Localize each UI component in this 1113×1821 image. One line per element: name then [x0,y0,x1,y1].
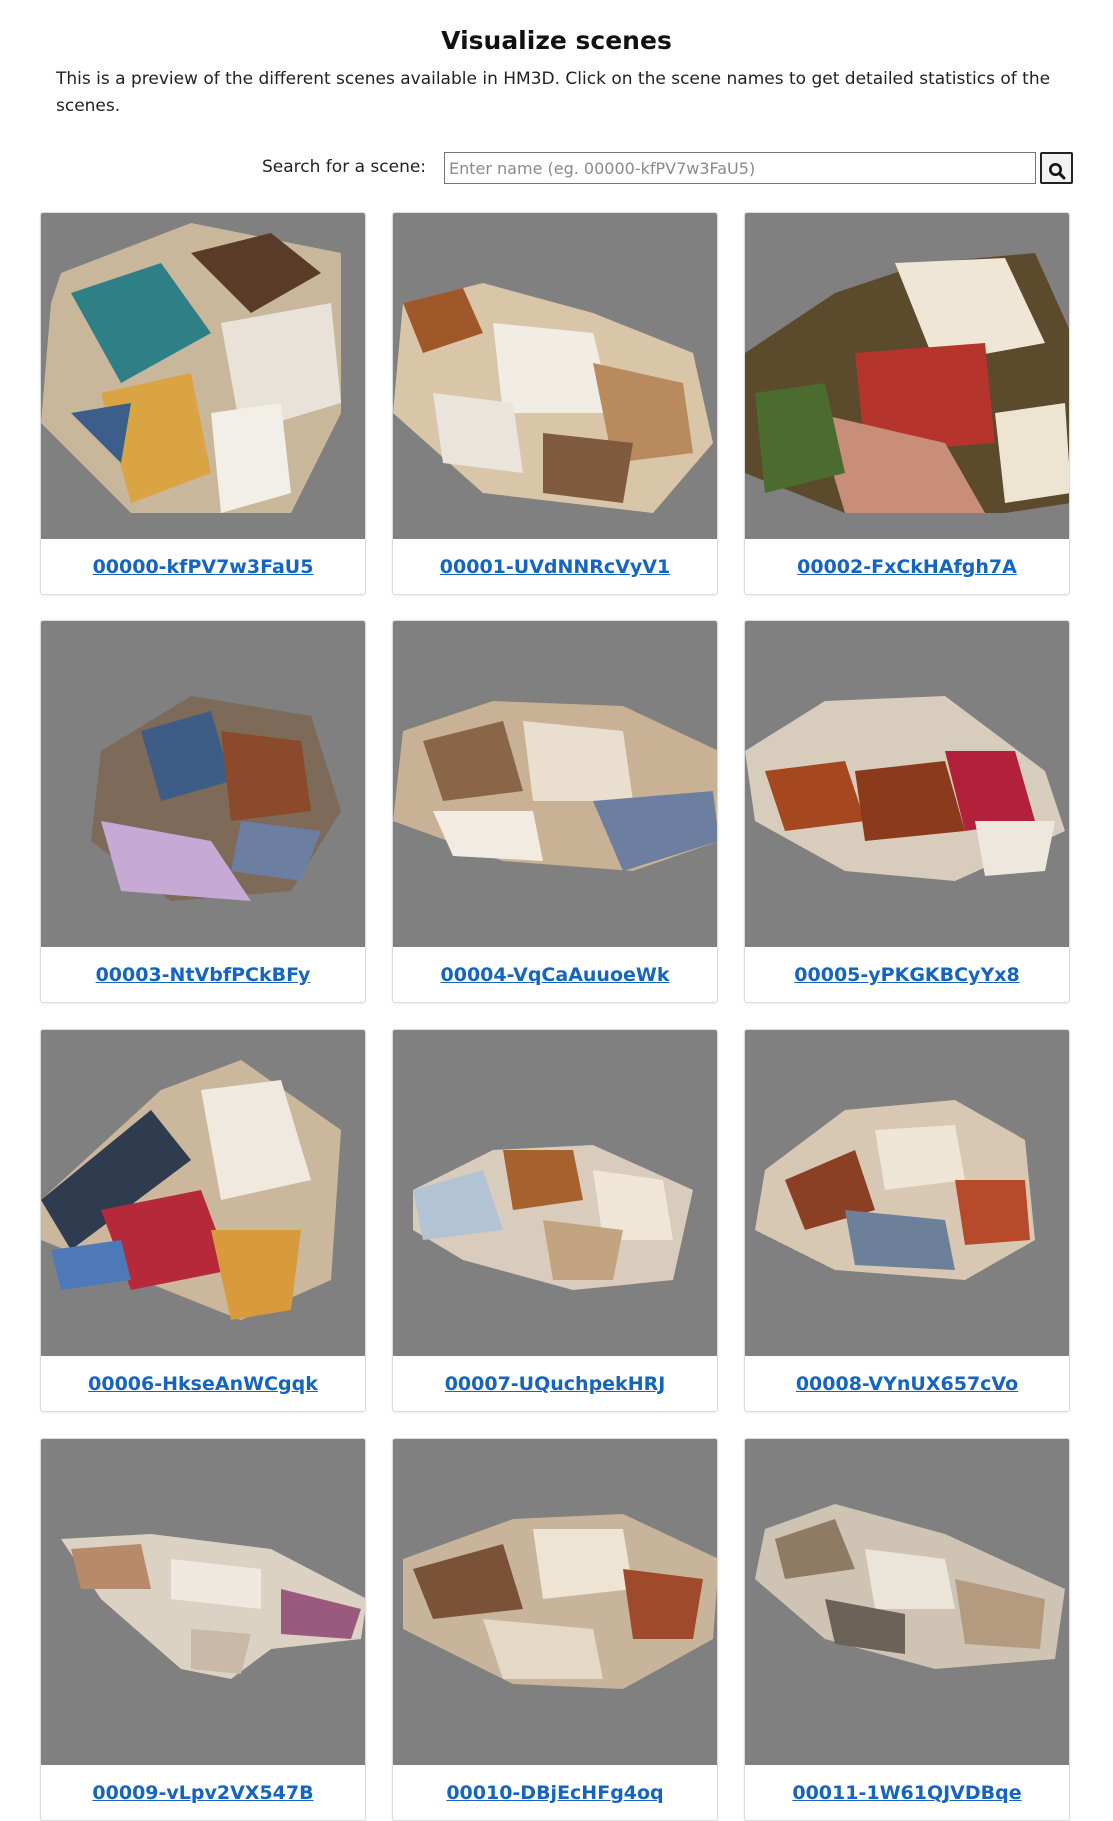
scene-link[interactable]: 00000-kfPV7w3FaU5 [41,539,365,594]
search-input[interactable] [444,152,1036,184]
scene-thumbnail[interactable] [393,1439,717,1765]
scene-link[interactable]: 00007-UQuchpekHRJ [393,1356,717,1411]
scene-link[interactable]: 00002-FxCkHAfgh7A [745,539,1069,594]
scene-thumbnail[interactable] [745,621,1069,947]
scene-thumbnail[interactable] [745,1439,1069,1765]
scene-thumbnail[interactable] [393,213,717,539]
scene-link[interactable]: 00003-NtVbfPCkBFy [41,947,365,1002]
scene-thumbnail[interactable] [41,1439,365,1765]
scene-link[interactable]: 00006-HkseAnWCgqk [41,1356,365,1411]
search-icon [1048,162,1065,179]
search-label: Search for a scene: [262,157,427,177]
scene-card: 00007-UQuchpekHRJ [392,1029,718,1412]
scene-link[interactable]: 00010-DBjEcHFg4oq [393,1765,717,1820]
scene-card: 00003-NtVbfPCkBFy [40,620,366,1003]
scene-card: 00009-vLpv2VX547B [40,1438,366,1821]
scene-link[interactable]: 00001-UVdNNRcVyV1 [393,539,717,594]
scene-thumbnail[interactable] [41,1030,365,1356]
scene-card: 00008-VYnUX657cVo [744,1029,1070,1412]
scene-thumbnail[interactable] [745,213,1069,539]
scene-thumbnail[interactable] [41,621,365,947]
scene-card: 00006-HkseAnWCgqk [40,1029,366,1412]
scene-link[interactable]: 00008-VYnUX657cVo [745,1356,1069,1411]
scene-link[interactable]: 00005-yPKGKBCyYx8 [745,947,1069,1002]
scene-card: 00010-DBjEcHFg4oq [392,1438,718,1821]
scene-card: 00002-FxCkHAfgh7A [744,212,1070,595]
search-button[interactable] [1040,152,1073,184]
scene-card: 00011-1W61QJVDBqe [744,1438,1070,1821]
search-bar: Search for a scene: [0,151,1113,185]
scene-thumbnail[interactable] [745,1030,1069,1356]
scene-card: 00001-UVdNNRcVyV1 [392,212,718,595]
page-title: Visualize scenes [441,26,672,55]
scene-card: 00005-yPKGKBCyYx8 [744,620,1070,1003]
scene-card: 00000-kfPV7w3FaU5 [40,212,366,595]
page-intro: This is a preview of the different scene… [56,69,1051,116]
scene-thumbnail[interactable] [393,621,717,947]
scene-thumbnail[interactable] [393,1030,717,1356]
scene-link[interactable]: 00011-1W61QJVDBqe [745,1765,1069,1820]
scene-link[interactable]: 00009-vLpv2VX547B [41,1765,365,1820]
scene-card: 00004-VqCaAuuoeWk [392,620,718,1003]
scene-link[interactable]: 00004-VqCaAuuoeWk [393,947,717,1002]
scene-thumbnail[interactable] [41,213,365,539]
